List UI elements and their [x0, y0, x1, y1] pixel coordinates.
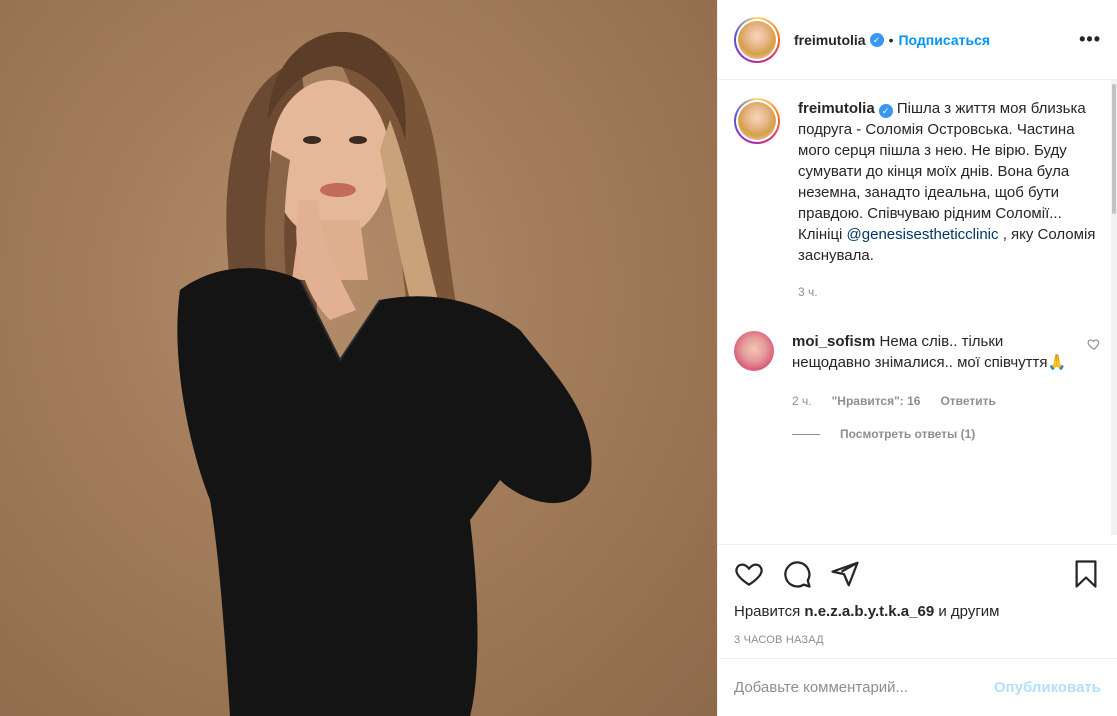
comments-list: freimutolia ✓ Пішла з життя моя близька п…: [718, 80, 1117, 544]
likes-user-link[interactable]: n.e.z.a.b.y.t.k.a_69: [804, 603, 934, 620]
likes-suffix[interactable]: и другим: [938, 603, 999, 620]
post-photo[interactable]: [0, 0, 717, 716]
more-options-icon[interactable]: •••: [1079, 29, 1101, 50]
paper-plane-icon[interactable]: [830, 559, 860, 589]
post-side-panel: freimutolia ✓ • Подписаться ••• freimuto…: [717, 0, 1117, 716]
post-actions: Нравится n.e.z.a.b.y.t.k.a_69 и другим 3…: [718, 544, 1117, 658]
comment-icon[interactable]: [782, 559, 812, 589]
bookmark-icon[interactable]: [1071, 559, 1101, 589]
follow-button[interactable]: Подписаться: [898, 32, 990, 48]
comment-timestamp[interactable]: 2 ч.: [792, 391, 812, 412]
author-avatar-image: [738, 20, 776, 59]
likes-summary: Нравится n.e.z.a.b.y.t.k.a_69 и другим: [734, 603, 1101, 620]
view-replies-label: Посмотреть ответы (1): [840, 427, 976, 441]
author-username[interactable]: freimutolia: [794, 32, 866, 48]
post-header: freimutolia ✓ • Подписаться •••: [718, 0, 1117, 80]
comment-meta: 2 ч. "Нравится": 16 Ответить: [792, 391, 1077, 412]
caption-author-avatar[interactable]: [734, 98, 780, 144]
caption-body: freimutolia ✓ Пішла з життя моя близька п…: [798, 98, 1101, 303]
comment-likes-count[interactable]: "Нравится": 16: [832, 391, 921, 412]
replies-divider: [792, 434, 820, 435]
heart-icon[interactable]: [734, 559, 764, 589]
comment-like-heart-icon[interactable]: [1087, 337, 1101, 351]
view-replies-button[interactable]: Посмотреть ответы (1): [792, 424, 1077, 445]
publish-button[interactable]: Опубликовать: [994, 679, 1101, 696]
woman-in-black-dress-image: [177, 31, 592, 716]
comment-author[interactable]: moi_sofism: [792, 333, 875, 350]
caption-timestamp[interactable]: 3 ч.: [798, 282, 1101, 303]
caption-author[interactable]: freimutolia: [798, 100, 875, 117]
reply-button[interactable]: Ответить: [940, 391, 995, 412]
comment-item: moi_sofism Нема слів.. тільки нещодавно …: [734, 331, 1101, 445]
caption: freimutolia ✓ Пішла з життя моя близька п…: [734, 98, 1101, 303]
post-dialog: freimutolia ✓ • Подписаться ••• freimuto…: [0, 0, 1117, 716]
post-timestamp[interactable]: 3 ЧАСОВ НАЗАД: [734, 634, 1101, 646]
add-comment-bar: Опубликовать: [718, 658, 1117, 716]
caption-mention-link[interactable]: @genesisestheticclinic: [847, 226, 999, 243]
comment-body: moi_sofism Нема слів.. тільки нещодавно …: [792, 331, 1077, 445]
comment-input[interactable]: [734, 679, 994, 696]
likes-prefix: Нравится: [734, 603, 801, 620]
verified-badge-icon: ✓: [878, 104, 893, 118]
action-icons: [734, 559, 1101, 589]
caption-text: Пішла з життя моя близька подруга - Соло…: [798, 100, 1086, 243]
author-avatar[interactable]: [734, 16, 780, 63]
separator-dot: •: [888, 31, 894, 48]
commenter-avatar[interactable]: [734, 331, 774, 371]
caption-avatar-image: [738, 102, 776, 140]
verified-badge-icon: ✓: [869, 32, 884, 47]
